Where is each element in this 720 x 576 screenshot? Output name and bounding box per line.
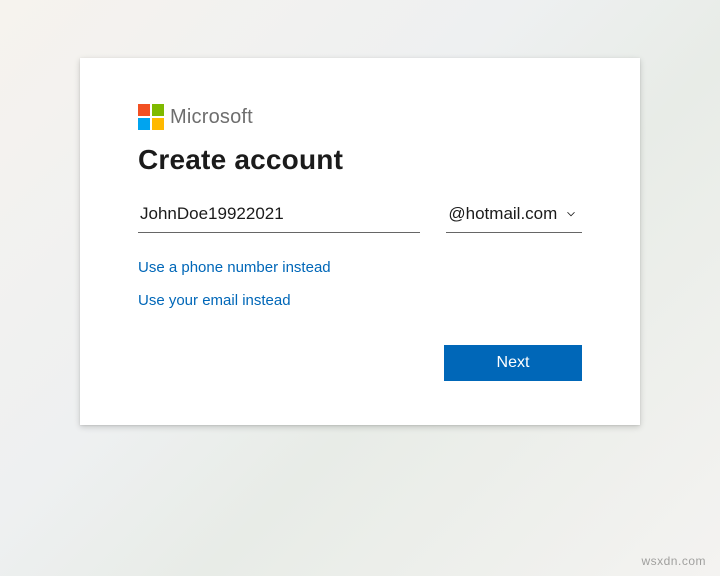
page-title: Create account: [138, 144, 582, 176]
microsoft-logo-icon: [138, 104, 164, 130]
signup-card: Microsoft Create account @hotmail.com Us…: [80, 58, 640, 425]
use-phone-link[interactable]: Use a phone number instead: [138, 259, 331, 276]
account-fields: @hotmail.com: [138, 198, 582, 233]
brand-name: Microsoft: [170, 106, 253, 129]
use-email-link[interactable]: Use your email instead: [138, 292, 291, 309]
watermark: wsxdn.com: [641, 554, 706, 568]
brand-row: Microsoft: [138, 104, 582, 130]
domain-selected-label: @hotmail.com: [448, 204, 557, 224]
domain-select[interactable]: @hotmail.com: [446, 198, 582, 233]
next-button[interactable]: Next: [444, 345, 582, 381]
actions-row: Next: [138, 345, 582, 381]
chevron-down-icon: [562, 205, 580, 223]
username-input[interactable]: [138, 198, 420, 233]
